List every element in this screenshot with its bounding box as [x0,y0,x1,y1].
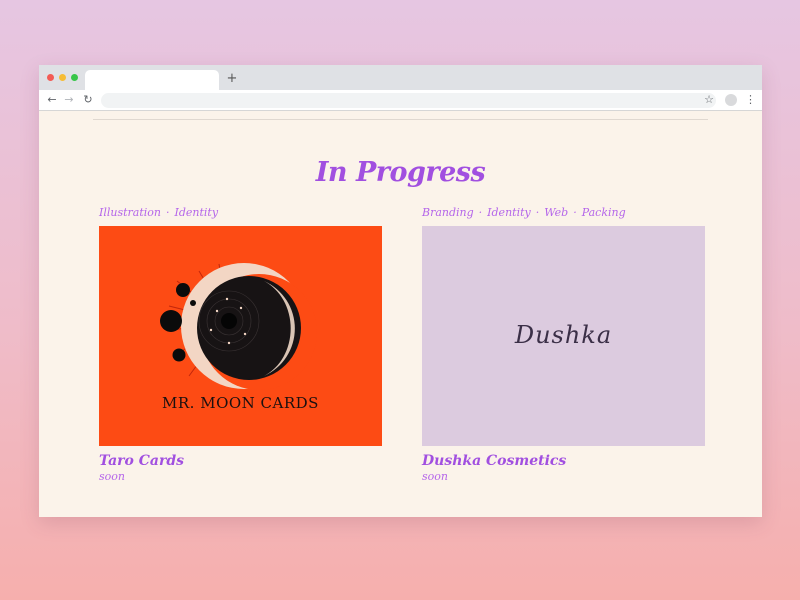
project-card-taro[interactable]: Illustration · Identity MR. MOON CARDS T… [99,206,382,483]
project-card-dushka[interactable]: Branding · Identity · Web · Packing Dushka Dus… [422,206,705,483]
planet [176,283,190,297]
reload-icon[interactable]: ↻ [81,93,95,107]
back-arrow-icon[interactable]: ← [45,93,59,107]
maximize-window-button[interactable] [71,74,78,81]
browser-titlebar: + [39,65,762,90]
tag-separator: · [166,206,170,219]
planet [160,310,182,332]
tag-separator: · [535,206,540,219]
moon-illustration [160,263,317,390]
tag-link[interactable]: Packing [582,206,626,219]
planet [190,300,196,306]
project-thumbnail[interactable]: Dushka [422,226,705,446]
project-title[interactable]: Taro Cards [99,453,382,470]
tag-link[interactable]: Branding [422,206,474,219]
project-tags: Branding · Identity · Web · Packing [422,206,705,220]
header-divider [93,119,708,120]
browser-window: + ← → ↻ ☆ ⋮ In Progress Illustration · Ide… [39,65,762,517]
tag-separator: · [573,206,577,219]
planet [172,348,186,362]
forward-arrow-icon[interactable]: → [62,93,76,107]
menu-icon[interactable]: ⋮ [745,93,756,107]
thumbnail-wordmark: MR. MOON CARDS [162,394,319,412]
tag-link[interactable]: Illustration [99,206,161,219]
project-status: soon [422,470,448,483]
section-title: In Progress [315,157,486,188]
project-title[interactable]: Dushka Cosmetics [422,453,705,470]
browser-tab[interactable] [85,70,219,90]
minimize-window-button[interactable] [59,74,66,81]
tag-link[interactable]: Identity [175,206,219,219]
project-thumbnail[interactable]: MR. MOON CARDS [99,226,382,446]
project-status: soon [99,470,125,483]
new-tab-button[interactable]: + [225,70,239,88]
address-bar[interactable] [101,93,716,108]
tag-link[interactable]: Web [544,206,568,219]
project-tags: Illustration · Identity [99,206,382,220]
thumbnail-wordmark: Dushka [514,321,613,349]
dark-moon [197,276,301,380]
close-window-button[interactable] [47,74,54,81]
browser-toolbar: ← → ↻ ☆ ⋮ [39,90,762,111]
tag-separator: · [478,206,483,219]
star-icon[interactable]: ☆ [702,93,716,107]
profile-icon[interactable] [725,94,737,106]
tag-link[interactable]: Identity [487,206,531,219]
